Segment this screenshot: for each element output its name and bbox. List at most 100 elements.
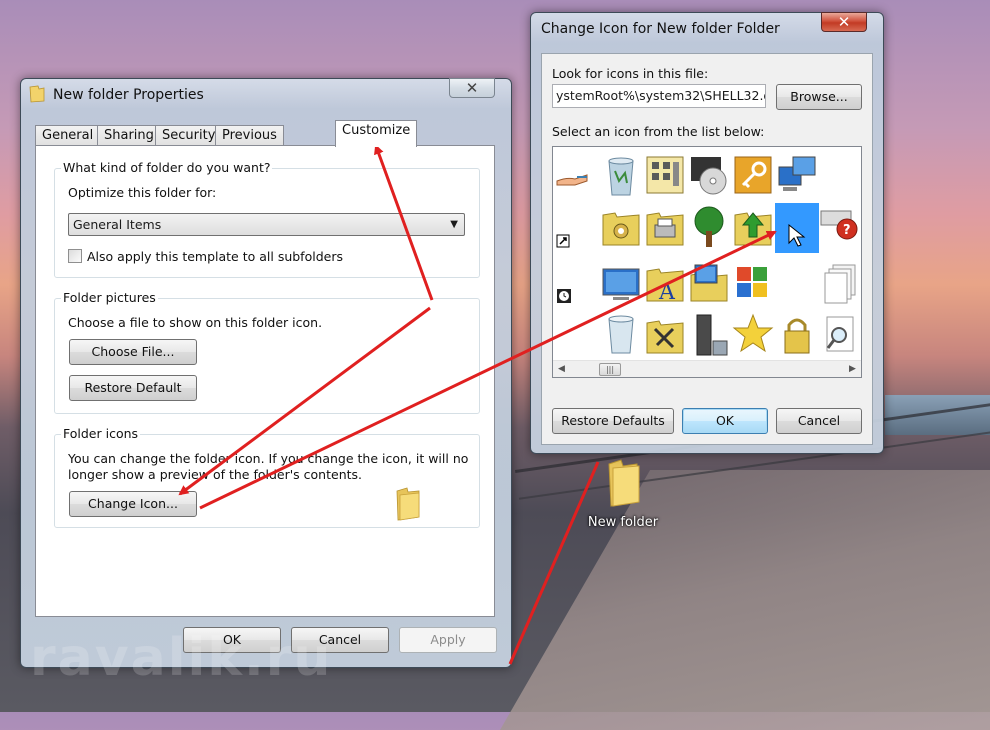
close-button[interactable]: ✕ xyxy=(821,12,867,32)
svg-text:?: ? xyxy=(843,223,851,238)
close-icon: ✕ xyxy=(837,13,851,31)
folder-font-icon: A xyxy=(646,268,684,305)
recycle-bin-full-icon xyxy=(608,157,634,196)
network-computers-icon xyxy=(778,156,816,191)
icon-list-item[interactable] xyxy=(643,203,687,253)
optimize-selected-value: General Items xyxy=(73,217,162,232)
road-background xyxy=(500,470,990,730)
padlock-icon xyxy=(784,318,810,354)
scroll-right-icon[interactable]: ▶ xyxy=(844,361,861,377)
magnifier-icon xyxy=(826,316,854,352)
icon-list-item[interactable] xyxy=(599,203,643,253)
folder-settings-icon xyxy=(602,212,640,246)
apply-button[interactable]: Apply xyxy=(399,627,497,653)
icon-list-item[interactable] xyxy=(553,259,597,309)
apply-subfolders-checkbox[interactable] xyxy=(68,249,82,263)
icon-list-item[interactable] xyxy=(599,259,643,309)
drive-help-icon: ? xyxy=(820,210,858,240)
svg-text:A: A xyxy=(658,280,676,305)
tab-customize[interactable]: Customize xyxy=(335,120,418,147)
scroll-left-icon[interactable]: ◀ xyxy=(553,361,570,377)
tab-sharing[interactable]: Sharing xyxy=(97,125,161,146)
tree-icon xyxy=(694,206,724,247)
folder-type-group: What kind of folder do you want? Optimiz… xyxy=(54,160,480,278)
ok-button[interactable]: OK xyxy=(682,408,768,434)
icon-list-item[interactable] xyxy=(775,311,819,361)
change-icon-window: Change Icon for New folder Folder ✕ Look… xyxy=(530,12,884,454)
icon-list-item[interactable] xyxy=(819,311,861,361)
folder-up-arrow-icon xyxy=(734,212,772,246)
restore-defaults-button[interactable]: Restore Defaults xyxy=(552,408,674,434)
cursor-icon xyxy=(788,223,806,247)
browse-button[interactable]: Browse... xyxy=(776,84,862,110)
choose-file-button[interactable]: Choose File... xyxy=(69,339,197,365)
cancel-button[interactable]: Cancel xyxy=(776,408,862,434)
folder-pictures-description: Choose a file to show on this folder ico… xyxy=(68,315,323,330)
restore-default-button[interactable]: Restore Default xyxy=(69,375,197,401)
icon-list-item[interactable] xyxy=(643,151,687,201)
icon-list[interactable]: A ? ◀ ||| ▶ xyxy=(552,146,862,378)
recycle-bin-empty-icon xyxy=(608,315,634,354)
key-icon xyxy=(734,156,772,194)
control-panel-icon xyxy=(646,156,684,194)
tab-general[interactable]: General xyxy=(35,125,101,146)
icon-list-item[interactable] xyxy=(731,259,775,309)
folder-pictures-group: Folder pictures Choose a file to show on… xyxy=(54,290,480,414)
change-icon-title: Change Icon for New folder Folder xyxy=(541,21,780,37)
folder-icons-group: Folder icons You can change the folder i… xyxy=(54,426,480,528)
folder-pictures-group-title: Folder pictures xyxy=(61,290,158,305)
folder-icons-group-title: Folder icons xyxy=(61,426,141,441)
hand-share-icon xyxy=(556,174,588,186)
change-icon-titlebar[interactable]: Change Icon for New folder Folder ✕ xyxy=(531,12,883,43)
folder-type-group-title: What kind of folder do you want? xyxy=(61,160,273,175)
icon-file-path-input[interactable]: ystemRoot%\system32\SHELL32.dll xyxy=(552,84,766,108)
icon-list-item[interactable] xyxy=(553,147,597,197)
icon-list-item[interactable] xyxy=(553,203,597,253)
computer-folder-icon xyxy=(690,264,728,302)
change-icon-content: Look for icons in this file: ystemRoot%\… xyxy=(541,53,873,445)
close-button[interactable]: ✕ xyxy=(449,78,495,98)
icon-list-item[interactable]: ? xyxy=(819,203,861,253)
folder-title-icon xyxy=(29,85,45,103)
tab-previous-versions[interactable]: Previous Versions xyxy=(215,125,284,162)
icon-list-scrollbar[interactable]: ◀ ||| ▶ xyxy=(553,360,861,377)
icon-list-item-selected[interactable] xyxy=(775,203,819,253)
icon-list-item[interactable] xyxy=(731,203,775,253)
desktop-folder-label: New folder xyxy=(587,515,659,530)
properties-titlebar[interactable]: New folder Properties ✕ xyxy=(21,78,511,109)
icon-list-item[interactable] xyxy=(819,259,861,309)
icon-list-item[interactable] xyxy=(687,151,731,201)
chevron-down-icon: ▼ xyxy=(450,219,458,230)
icon-list-item[interactable] xyxy=(731,151,775,201)
folder-printer-icon xyxy=(646,212,684,246)
scrollbar-thumb[interactable]: ||| xyxy=(599,363,621,376)
icon-list-item[interactable] xyxy=(599,151,643,201)
clock-badge-icon xyxy=(557,289,571,303)
optimize-dropdown[interactable]: General Items ▼ xyxy=(68,213,465,236)
folder-icon xyxy=(608,459,640,507)
icon-list-item[interactable] xyxy=(775,151,819,201)
optimize-label: Optimize this folder for: xyxy=(68,185,217,200)
desktop-folder-icon[interactable]: New folder xyxy=(580,458,666,530)
icon-list-item[interactable] xyxy=(643,311,687,361)
customize-panel: What kind of folder do you want? Optimiz… xyxy=(35,145,495,617)
icon-list-item[interactable] xyxy=(687,203,731,253)
cd-drive-icon xyxy=(691,157,727,195)
look-for-icons-label: Look for icons in this file: xyxy=(552,66,709,81)
documents-stack-icon xyxy=(824,264,856,304)
icon-list-item[interactable] xyxy=(599,311,643,361)
icon-list-item[interactable]: A xyxy=(643,259,687,309)
folder-icons-description-line2: longer show a preview of the folder's co… xyxy=(68,467,363,482)
icon-list-item[interactable] xyxy=(687,311,731,361)
close-icon: ✕ xyxy=(465,79,479,97)
folder-preview-icon xyxy=(396,487,420,521)
monitor-icon xyxy=(602,268,640,300)
folder-properties-window: New folder Properties ✕ General Sharing … xyxy=(20,78,512,668)
icon-list-item[interactable] xyxy=(731,311,775,361)
change-icon-button[interactable]: Change Icon... xyxy=(69,491,197,517)
shortcut-arrow-icon xyxy=(556,234,570,248)
apply-subfolders-label: Also apply this template to all subfolde… xyxy=(87,249,343,264)
icon-list-item[interactable] xyxy=(687,259,731,309)
tab-security[interactable]: Security xyxy=(155,125,223,146)
folder-tools-icon xyxy=(646,320,684,354)
